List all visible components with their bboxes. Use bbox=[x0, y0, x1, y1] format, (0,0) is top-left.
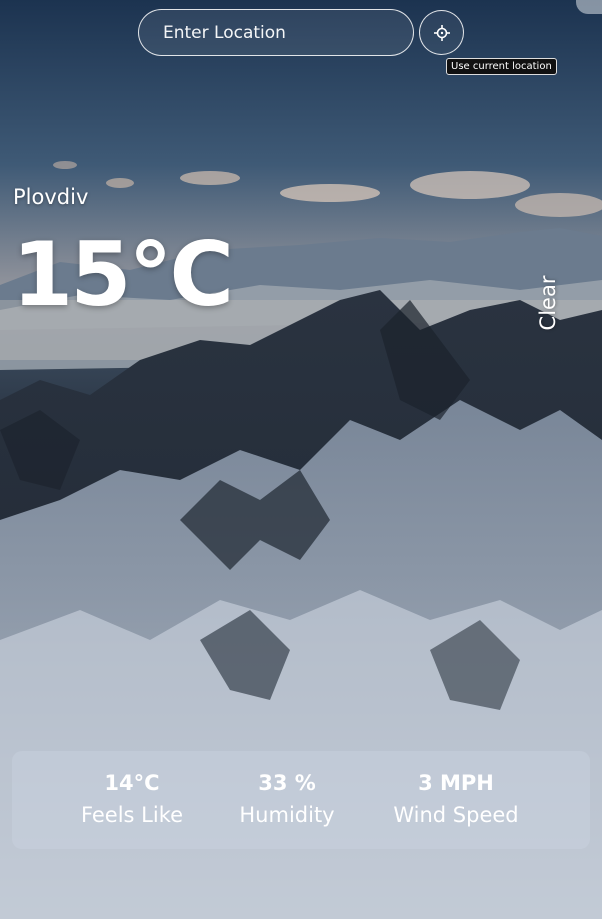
location-search-input[interactable] bbox=[138, 9, 414, 56]
location-tooltip: Use current location bbox=[446, 58, 557, 75]
city-name: Plovdiv bbox=[13, 185, 89, 209]
weather-stats-panel: 14°C Feels Like 33 % Humidity 3 MPH Wind… bbox=[12, 751, 590, 849]
wind-speed-label: Wind Speed bbox=[393, 803, 519, 827]
wind-speed-value: 3 MPH bbox=[418, 771, 494, 795]
weather-app: Use current location Plovdiv 15°C Clear … bbox=[0, 0, 602, 919]
humidity-label: Humidity bbox=[239, 803, 335, 827]
stat-feels-like: 14°C Feels Like bbox=[42, 768, 222, 832]
weather-condition: Clear bbox=[536, 275, 560, 331]
stat-humidity: 33 % Humidity bbox=[197, 768, 377, 832]
feels-like-value: 14°C bbox=[104, 771, 160, 795]
use-current-location-button[interactable] bbox=[419, 10, 464, 55]
current-temperature: 15°C bbox=[12, 223, 234, 326]
stat-wind-speed: 3 MPH Wind Speed bbox=[366, 768, 546, 832]
feels-like-label: Feels Like bbox=[80, 803, 184, 827]
crosshair-icon bbox=[433, 24, 450, 41]
humidity-value: 33 % bbox=[258, 771, 316, 795]
